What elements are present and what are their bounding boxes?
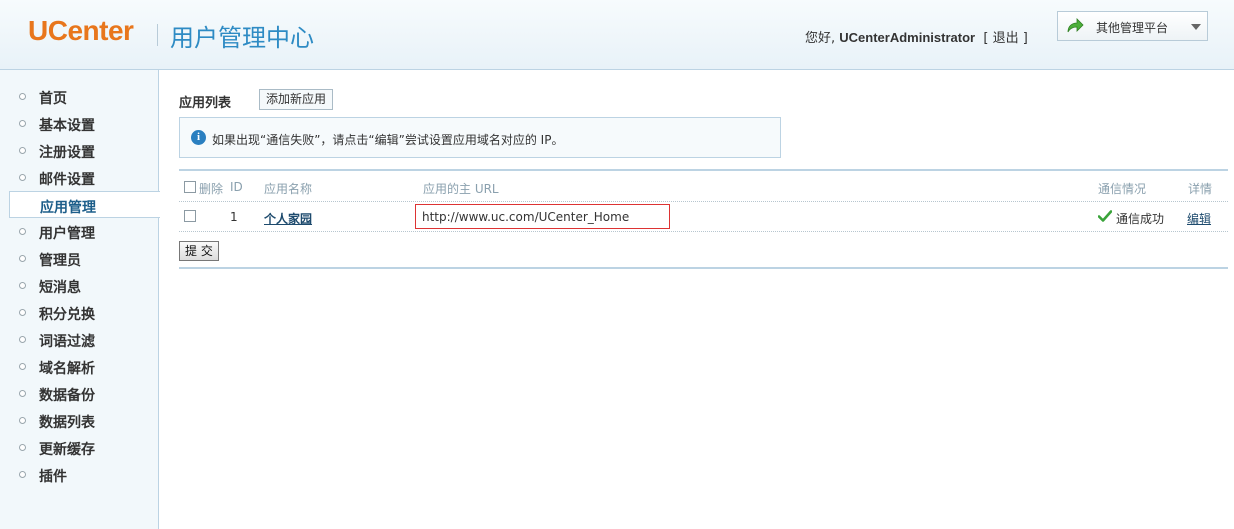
edit-link[interactable]: 编辑 [1187,210,1211,227]
check-icon [1098,210,1112,222]
section-title: 应用列表 [179,96,232,111]
user-greeting: 您好, UCenterAdministrator [ 退出 ] [805,27,1028,46]
row-divider [179,201,1228,202]
sidebar-item-label: 数据列表 [39,415,95,431]
row-divider [179,231,1228,232]
sidebar-item-app-management[interactable]: 应用管理 [9,191,160,218]
logout-bracket-close: ] [1022,31,1028,46]
bullet-icon [19,93,26,100]
sidebar-item-credit-exchange[interactable]: 积分兑换 [0,299,159,326]
forward-arrow-icon [1067,18,1084,33]
bullet-icon [19,147,26,154]
sidebar-item-messages[interactable]: 短消息 [0,272,159,299]
bullet-icon [19,336,26,343]
sidebar-item-label: 基本设置 [39,118,95,134]
sidebar-item-data-list[interactable]: 数据列表 [0,407,159,434]
app-url-highlight: http://www.uc.com/UCenter_Home [415,204,670,229]
table-top-border [179,169,1228,171]
sidebar-item-label: 用户管理 [39,226,95,242]
column-header-name: 应用名称 [264,182,313,196]
bullet-icon [19,255,26,262]
sidebar-item-plugins[interactable]: 插件 [0,461,159,488]
notice-text: 如果出现“通信失败”，请点击“编辑”尝试设置应用域名对应的 IP。 [212,133,564,147]
sidebar-item-label: 数据备份 [39,388,95,404]
sidebar-item-domain-resolve[interactable]: 域名解析 [0,353,159,380]
sidebar-item-update-cache[interactable]: 更新缓存 [0,434,159,461]
bullet-icon [19,120,26,127]
sidebar-item-label: 邮件设置 [39,172,95,188]
sidebar-item-basic-settings[interactable]: 基本设置 [0,110,159,137]
column-header-detail: 详情 [1188,182,1213,196]
bullet-icon [19,444,26,451]
sidebar-item-label: 更新缓存 [39,442,95,458]
sidebar-item-admins[interactable]: 管理员 [0,245,159,272]
sidebar-item-label: 应用管理 [40,200,96,216]
username: UCenterAdministrator [839,30,976,45]
sidebar-item-home[interactable]: 首页 [0,83,159,110]
select-all-checkbox[interactable] [184,181,196,193]
communication-status: 通信成功 [1116,212,1165,226]
bullet-icon [19,390,26,397]
sidebar-item-data-backup[interactable]: 数据备份 [0,380,159,407]
app-url: http://www.uc.com/UCenter_Home [422,210,630,224]
sidebar-item-label: 首页 [39,91,67,107]
column-header-url: 应用的主 URL [423,182,499,196]
logout-link[interactable]: 退出 [993,31,1019,46]
sidebar-item-label: 插件 [39,469,67,485]
platform-dropdown-label: 其他管理平台 [1096,21,1169,35]
bullet-icon [19,417,26,424]
header: UCenter 用户管理中心 您好, UCenterAdministrator … [0,0,1234,70]
sidebar-item-label: 注册设置 [39,145,95,161]
bullet-icon [19,309,26,316]
sidebar-item-label: 管理员 [39,253,81,269]
row-select-checkbox[interactable] [184,210,196,222]
bullet-icon [19,471,26,478]
sidebar-item-register-settings[interactable]: 注册设置 [0,137,159,164]
chevron-down-icon [1191,24,1201,30]
column-header-delete: 删除 [199,182,224,196]
add-app-button[interactable]: 添加新应用 [259,89,334,110]
app-id: 1 [230,210,238,224]
sidebar-item-mail-settings[interactable]: 邮件设置 [0,164,159,191]
info-icon: i [191,130,206,145]
bullet-icon [19,282,26,289]
platform-dropdown[interactable]: 其他管理平台 [1057,11,1208,41]
sidebar-item-label: 域名解析 [39,361,95,377]
logout-bracket-open: [ [983,31,989,46]
sidebar-item-label: 短消息 [39,280,81,296]
bullet-icon [19,228,26,235]
bullet-icon [19,363,26,370]
sidebar: 首页 基本设置 注册设置 邮件设置 应用管理 用户管理 管理员 短消息 积分兑换… [0,70,160,529]
column-header-id: ID [230,180,243,194]
bullet-icon [19,174,26,181]
sidebar-item-word-filter[interactable]: 词语过滤 [0,326,159,353]
sidebar-item-label: 积分兑换 [39,307,95,323]
logo[interactable]: UCenter [28,15,134,47]
sidebar-item-user-management[interactable]: 用户管理 [0,218,159,245]
notice-box: i 如果出现“通信失败”，请点击“编辑”尝试设置应用域名对应的 IP。 [179,117,781,158]
app-name-link[interactable]: 个人家园 [264,210,312,227]
submit-button[interactable]: 提 交 [179,241,219,261]
sidebar-item-label: 词语过滤 [39,334,95,350]
column-header-status: 通信情况 [1098,182,1147,196]
greeting-text: 您好, [805,31,836,46]
site-title: 用户管理中心 [170,24,314,52]
table-bottom-border [179,267,1228,269]
logo-divider [157,24,158,46]
